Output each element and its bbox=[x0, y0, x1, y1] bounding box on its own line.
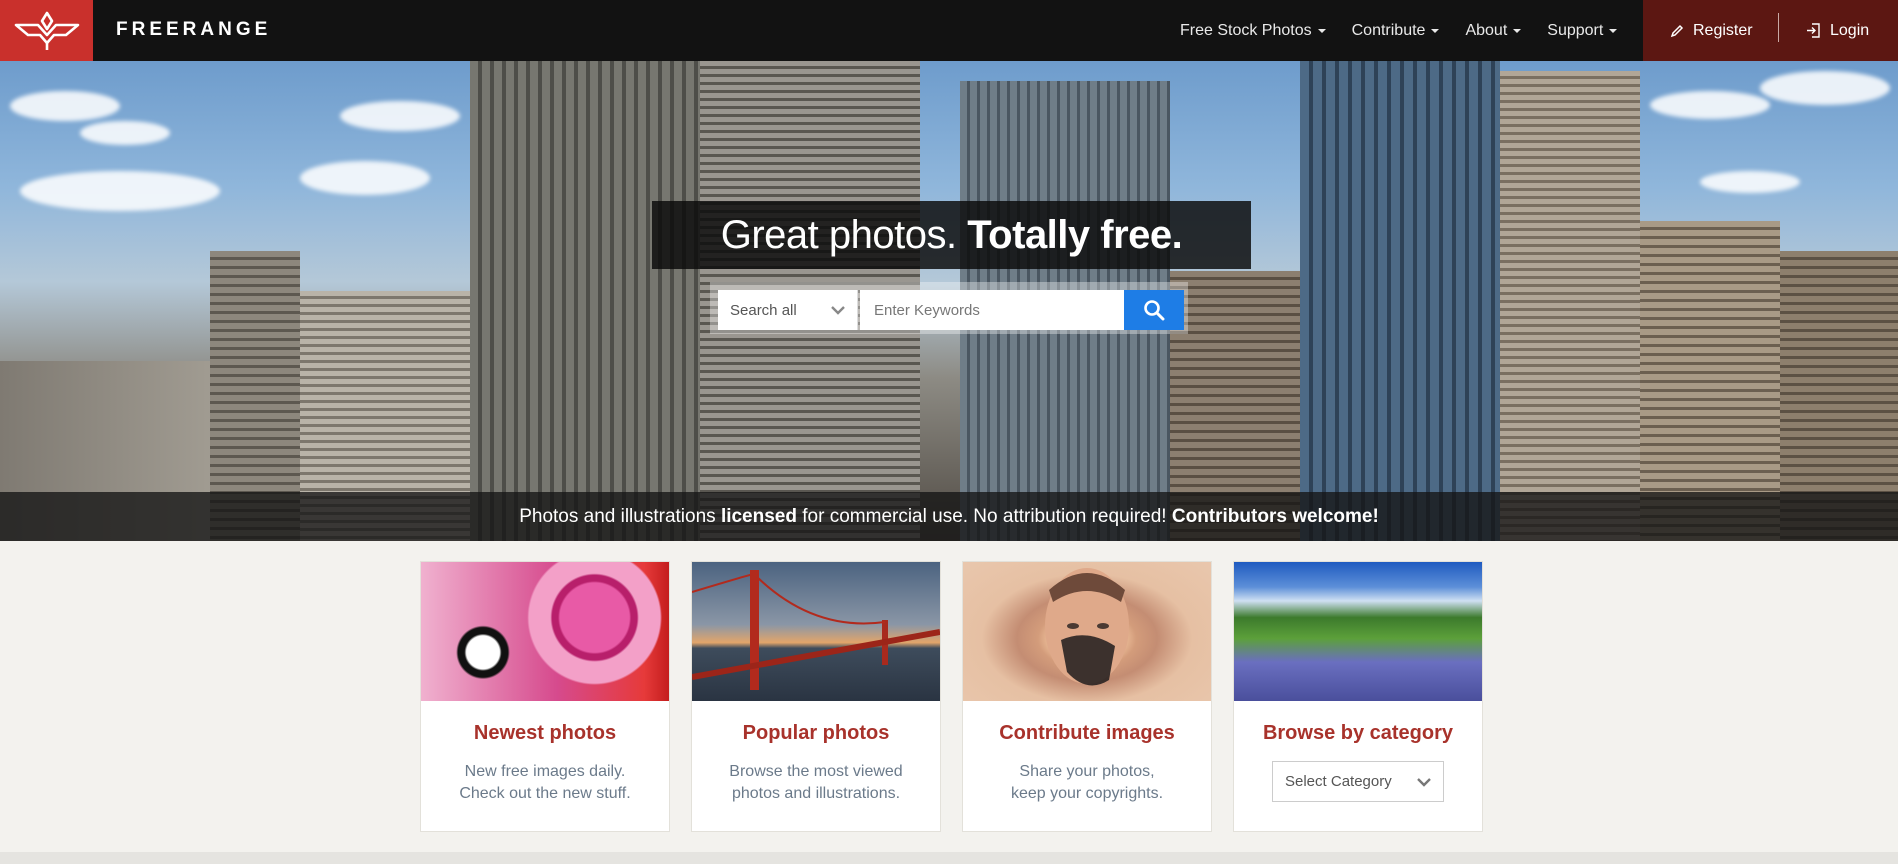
building bbox=[1500, 71, 1640, 541]
register-button[interactable]: Register bbox=[1670, 0, 1753, 61]
nav-contribute[interactable]: Contribute bbox=[1352, 22, 1440, 40]
cloud bbox=[20, 171, 220, 211]
login-icon bbox=[1807, 23, 1820, 38]
main-nav: Free Stock Photos Contribute About Suppo… bbox=[1180, 0, 1643, 61]
card-desc-line: Check out the new stuff. bbox=[459, 785, 631, 802]
card-title: Newest photos bbox=[473, 722, 617, 744]
nav-about[interactable]: About bbox=[1465, 21, 1522, 40]
card-newest-photos[interactable]: Newest photos New free images daily. Che… bbox=[420, 561, 670, 832]
search-input[interactable] bbox=[860, 290, 1124, 330]
card-description: Share your photos, keep your copyrights. bbox=[983, 761, 1191, 805]
login-button[interactable]: Login bbox=[1806, 0, 1869, 61]
card-desc-line: photos and illustrations. bbox=[731, 785, 901, 802]
account-area: Register Login bbox=[1643, 0, 1898, 61]
caret-down-icon bbox=[1609, 29, 1618, 33]
card-image-graffiti bbox=[421, 562, 669, 701]
category-select[interactable]: Select Category bbox=[1272, 761, 1444, 802]
category-select-label: Select Category bbox=[1285, 773, 1392, 790]
card-desc-line: New free images daily. bbox=[464, 763, 626, 780]
cloud bbox=[80, 121, 170, 145]
nav-label: Free Stock Photos bbox=[1180, 21, 1312, 39]
search-scope-label: Search all bbox=[730, 301, 797, 319]
chevron-down-icon bbox=[831, 306, 845, 315]
tagline-licensed-link[interactable]: licensed bbox=[721, 506, 797, 528]
card-image-meadow bbox=[1234, 562, 1482, 701]
search-button[interactable] bbox=[1124, 290, 1184, 330]
brand-name[interactable]: FREERANGE bbox=[116, 0, 271, 61]
cloud bbox=[300, 161, 430, 195]
card-contribute-images[interactable]: Contribute images Share your photos, kee… bbox=[962, 561, 1212, 832]
nav-label: About bbox=[1465, 21, 1508, 39]
search-icon bbox=[1144, 300, 1165, 321]
cloud bbox=[10, 91, 120, 121]
chevron-down-icon bbox=[1417, 777, 1431, 787]
caret-down-icon bbox=[1431, 29, 1440, 33]
login-label: Login bbox=[1830, 21, 1870, 39]
face-illustration bbox=[1045, 568, 1129, 686]
bridge-illustration bbox=[692, 570, 940, 690]
card-browse-by-category: Browse by category Select Category bbox=[1233, 561, 1483, 832]
hero-title-regular: Great photos. bbox=[720, 213, 957, 257]
nav-label: Contribute bbox=[1351, 21, 1426, 39]
building bbox=[1300, 61, 1500, 541]
card-popular-photos[interactable]: Popular photos Browse the most viewed ph… bbox=[691, 561, 941, 832]
nav-free-stock-photos[interactable]: Free Stock Photos bbox=[1180, 22, 1326, 40]
card-description: New free images daily. Check out the new… bbox=[441, 761, 649, 805]
card-title: Contribute images bbox=[999, 722, 1175, 744]
hero-title-bold: Totally free. bbox=[967, 213, 1183, 257]
cloud bbox=[1650, 91, 1770, 119]
cloud bbox=[340, 101, 460, 131]
cloud bbox=[1700, 171, 1800, 193]
pencil-icon bbox=[1670, 24, 1684, 37]
logo[interactable] bbox=[0, 0, 93, 61]
card-desc-line: keep your copyrights. bbox=[1010, 785, 1164, 802]
account-divider bbox=[1778, 13, 1779, 42]
card-description: Browse the most viewed photos and illust… bbox=[712, 761, 920, 805]
search-scope-select[interactable]: Search all bbox=[718, 290, 858, 330]
hero-banner: Great photos. Totally free. Search all P… bbox=[0, 61, 1898, 541]
footer-strip bbox=[0, 852, 1898, 864]
hero-title: Great photos. Totally free. bbox=[652, 201, 1251, 269]
search-bar: Search all bbox=[710, 282, 1188, 334]
building bbox=[470, 61, 700, 541]
card-image-face bbox=[963, 562, 1211, 701]
caret-down-icon bbox=[1513, 29, 1522, 33]
card-desc-line: Share your photos, bbox=[1019, 763, 1155, 780]
tagline-part-3: for commercial use. No attribution requi… bbox=[802, 505, 1167, 527]
register-label: Register bbox=[1693, 21, 1753, 39]
tagline-contributors-link[interactable]: Contributors welcome! bbox=[1172, 506, 1379, 528]
freerange-bird-logo bbox=[14, 11, 79, 50]
nav-support[interactable]: Support bbox=[1547, 21, 1618, 40]
tagline-part-1: Photos and illustrations bbox=[519, 505, 716, 527]
cloud bbox=[1760, 71, 1890, 105]
nav-label: Support bbox=[1547, 21, 1604, 39]
top-navigation-bar: FREERANGE Free Stock Photos Contribute A… bbox=[0, 0, 1898, 61]
card-image-bridge bbox=[692, 562, 940, 701]
card-desc-line: Browse the most viewed bbox=[729, 763, 903, 780]
caret-down-icon bbox=[1317, 29, 1326, 33]
hero-tagline: Photos and illustrations licensed for co… bbox=[0, 492, 1898, 541]
hero-title-box: Great photos. Totally free. bbox=[652, 201, 1251, 269]
card-title: Browse by category bbox=[1262, 722, 1454, 744]
card-title: Popular photos bbox=[742, 722, 890, 744]
